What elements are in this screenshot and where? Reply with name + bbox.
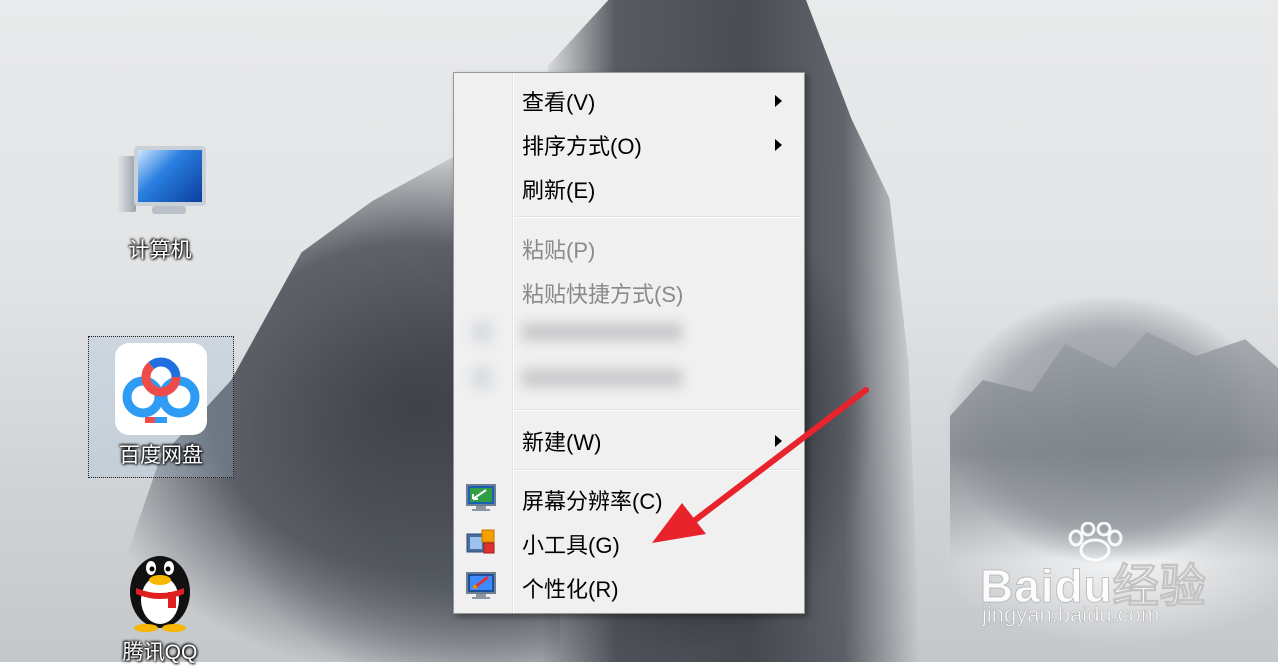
- menu-item-label: 查看(V): [522, 90, 596, 115]
- menu-item-label: 排序方式(O): [522, 134, 642, 159]
- menu-item-redacted: [472, 315, 772, 347]
- watermark-url: jingyan.baidu.com: [982, 602, 1160, 628]
- menu-item-new[interactable]: 新建(W): [454, 417, 804, 461]
- qq-penguin-icon: [120, 540, 200, 632]
- desktop-icon-baidu-netdisk[interactable]: 百度网盘: [88, 336, 234, 478]
- menu-item-label: 粘贴快捷方式(S): [522, 282, 684, 307]
- desktop-icon-qq[interactable]: 腾讯QQ: [90, 540, 230, 666]
- monitor-resolution-icon: [466, 484, 496, 512]
- menu-item-personalize[interactable]: 个性化(R): [454, 564, 804, 608]
- menu-separator: [514, 469, 802, 471]
- menu-item-label: 个性化(R): [522, 577, 619, 602]
- gadgets-icon: [466, 528, 496, 556]
- menu-separator: [514, 216, 802, 218]
- menu-item-refresh[interactable]: 刷新(E): [454, 165, 804, 209]
- desktop-context-menu: 查看(V) 排序方式(O) 刷新(E) 粘贴(P) 粘贴快捷方式(S) 新建(W…: [453, 72, 805, 614]
- menu-item-view[interactable]: 查看(V): [454, 77, 804, 121]
- menu-item-paste[interactable]: 粘贴(P): [454, 225, 804, 269]
- menu-item-label: 刷新(E): [522, 178, 596, 203]
- menu-item-label: 屏幕分辨率(C): [522, 489, 663, 514]
- computer-icon: [112, 140, 208, 230]
- submenu-arrow-icon: [775, 435, 782, 447]
- baidu-netdisk-icon: [115, 343, 207, 435]
- desktop-icon-label: 计算机: [128, 239, 192, 262]
- menu-item-redacted: [472, 361, 772, 393]
- menu-separator: [514, 409, 802, 411]
- baidu-jingyan-watermark: Baidu经验 jingyan.baidu.com: [980, 522, 1220, 632]
- submenu-arrow-icon: [775, 95, 782, 107]
- menu-item-label: 新建(W): [522, 430, 602, 455]
- desktop-icon-computer[interactable]: 计算机: [90, 140, 230, 264]
- menu-item-screen-resolution[interactable]: 屏幕分辨率(C): [454, 476, 804, 520]
- menu-item-gadgets[interactable]: 小工具(G): [454, 520, 804, 564]
- submenu-arrow-icon: [775, 139, 782, 151]
- menu-item-sort-by[interactable]: 排序方式(O): [454, 121, 804, 165]
- desktop-icon-label: 百度网盘: [119, 444, 203, 467]
- menu-item-label: 粘贴(P): [522, 238, 596, 263]
- personalize-icon: [466, 572, 496, 600]
- menu-item-label: 小工具(G): [522, 533, 620, 558]
- menu-item-paste-shortcut[interactable]: 粘贴快捷方式(S): [454, 269, 804, 313]
